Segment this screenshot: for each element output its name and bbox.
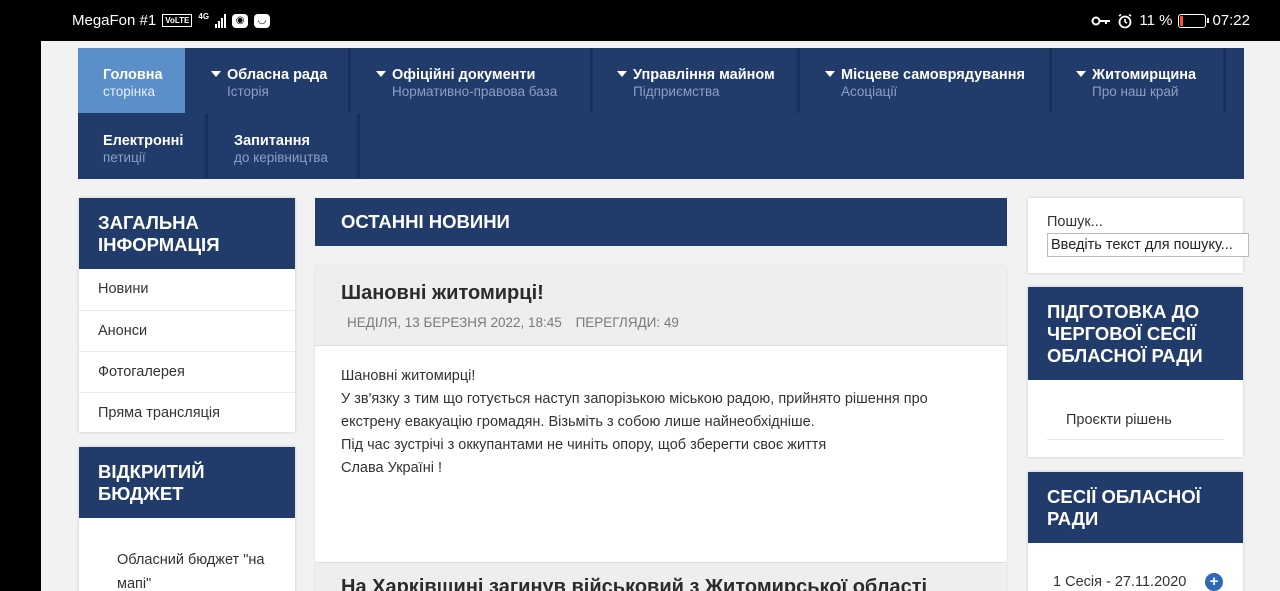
- nav-item-questions[interactable]: Запитання до керівництва: [208, 114, 360, 179]
- nav-item-zhytomyr-region[interactable]: Житомирщина Про наш край: [1052, 48, 1226, 113]
- nav-item-oblast-council[interactable]: Обласна рада Історія: [185, 48, 351, 113]
- nav-item-property-management[interactable]: Управління майном Підприємства: [593, 48, 800, 113]
- panel-title: Сесії обласної ради: [1028, 472, 1243, 543]
- notification-icon: ◡: [254, 13, 271, 28]
- nav-title: Місцеве самоврядування: [841, 67, 1025, 83]
- clock: 07:22: [1212, 12, 1250, 29]
- open-budget-panel: Відкритий бюджет Обласний бюджет "на мап…: [79, 447, 295, 591]
- chevron-down-icon: [825, 71, 835, 77]
- article-line: екстрену евакуацію громадян. Візьміть з …: [341, 414, 815, 430]
- nav-title: Запитання: [234, 133, 310, 149]
- chevron-down-icon: [211, 71, 221, 77]
- budget-map-link[interactable]: Обласний бюджет "на мапі": [79, 518, 295, 591]
- search-panel: Пошук...: [1028, 198, 1249, 273]
- nav-subtitle: Підприємства: [633, 84, 720, 99]
- article-line: Під час зустрічі з оккупантами не чиніть…: [341, 437, 827, 453]
- article-title[interactable]: На Харківщині загинув військовий з Житом…: [341, 575, 981, 591]
- panel-title: Підготовка до чергової сесії обласної ра…: [1028, 287, 1243, 380]
- general-info-list: Новини Анонси Фотогалерея Пряма трансляц…: [79, 269, 295, 433]
- panel-title: Відкритий бюджет: [79, 447, 295, 518]
- article-line: У зв'язку з тим що готується наступ запо…: [341, 391, 928, 407]
- web-page: Головна сторінка Обласна рада Історія Оф…: [41, 41, 1280, 591]
- session-prep-panel: Підготовка до чергової сесії обласної ра…: [1028, 287, 1243, 457]
- list-item-news[interactable]: Новини: [79, 269, 295, 310]
- nav-subtitle: петиції: [103, 150, 146, 165]
- nav-item-official-documents[interactable]: Офіційні документи Нормативно-правова ба…: [351, 48, 593, 113]
- signal-icon: [215, 13, 227, 28]
- battery-icon: [1178, 13, 1210, 28]
- nav-subtitle: Нормативно-правова база: [392, 84, 558, 99]
- sessions-panel: Сесії обласної ради 1 Сесія - 27.11.2020…: [1028, 472, 1243, 591]
- nav-item-e-petitions[interactable]: Електронні петиції: [78, 114, 208, 179]
- nav-title: Обласна рада: [227, 67, 328, 83]
- nav-subtitle: до керівництва: [234, 150, 328, 165]
- list-item-photo-gallery[interactable]: Фотогалерея: [79, 351, 295, 392]
- article-views: ПЕРЕГЛЯДИ: 49: [575, 315, 679, 330]
- chevron-down-icon: [376, 71, 386, 77]
- nav-title: Управління майном: [633, 67, 775, 83]
- chevron-down-icon: [617, 71, 627, 77]
- article-title[interactable]: Шановні житомирці!: [341, 281, 981, 305]
- draft-decisions-link[interactable]: Проєкти рішень: [1047, 412, 1224, 440]
- news-article: На Харківщині загинув військовий з Житом…: [315, 563, 1007, 591]
- search-input[interactable]: [1047, 233, 1249, 257]
- nav-item-home[interactable]: Головна сторінка: [78, 48, 185, 113]
- nav-subtitle: Асоціації: [841, 84, 898, 99]
- list-item-announcements[interactable]: Анонси: [79, 310, 295, 351]
- session-item[interactable]: 1 Сесія - 27.11.2020 +: [1028, 543, 1243, 591]
- list-item-live-stream[interactable]: Пряма трансляція: [79, 392, 295, 433]
- carrier-name: MegaFon #1: [72, 12, 157, 29]
- plus-icon[interactable]: +: [1205, 573, 1223, 591]
- volte-icon: VoLTE: [162, 14, 193, 27]
- nav-subtitle: Історія: [227, 84, 269, 99]
- key-icon: [1091, 16, 1111, 25]
- game-icon: ◉: [232, 13, 249, 28]
- status-bar: MegaFon #1 VoLTE 4G ◉ ◡ 11 % 07:22: [0, 0, 1280, 41]
- panel-title: Загальна інформація: [79, 198, 295, 269]
- article-line: Шановні житомирці!: [341, 368, 476, 384]
- alarm-icon: [1118, 13, 1132, 28]
- general-info-panel: Загальна інформація Новини Анонси Фотога…: [79, 198, 295, 432]
- search-label: Пошук...: [1047, 214, 1103, 230]
- battery-percent: 11 %: [1139, 12, 1173, 29]
- nav-subtitle: сторінка: [103, 84, 155, 99]
- nav-title: Житомирщина: [1092, 67, 1197, 83]
- article-body: Шановні житомирці! У зв'язку з тим що го…: [315, 346, 1007, 480]
- nav-item-local-government[interactable]: Місцеве самоврядування Асоціації: [800, 48, 1052, 113]
- article-date: НЕДІЛЯ, 13 БЕРЕЗНЯ 2022, 18:45: [347, 315, 562, 330]
- nav-title: Головна: [103, 67, 163, 83]
- news-article: Шановні житомирці! НЕДІЛЯ, 13 БЕРЕЗНЯ 20…: [315, 266, 1007, 562]
- nav-title: Електронні: [103, 133, 184, 149]
- article-header: Шановні житомирці! НЕДІЛЯ, 13 БЕРЕЗНЯ 20…: [315, 266, 1007, 346]
- article-line: Слава Україні !: [341, 460, 442, 476]
- nav-subtitle: Про наш край: [1092, 84, 1179, 99]
- nav-title: Офіційні документи: [392, 67, 536, 83]
- article-meta: НЕДІЛЯ, 13 БЕРЕЗНЯ 2022, 18:45 ПЕРЕГЛЯДИ…: [347, 315, 981, 330]
- section-title: ОСТАННІ НОВИНИ: [315, 198, 1007, 246]
- chevron-down-icon: [1076, 71, 1086, 77]
- session-label: 1 Сесія - 27.11.2020: [1053, 574, 1187, 590]
- network-type: 4G: [198, 12, 210, 21]
- main-navigation: Головна сторінка Обласна рада Історія Оф…: [78, 48, 1244, 179]
